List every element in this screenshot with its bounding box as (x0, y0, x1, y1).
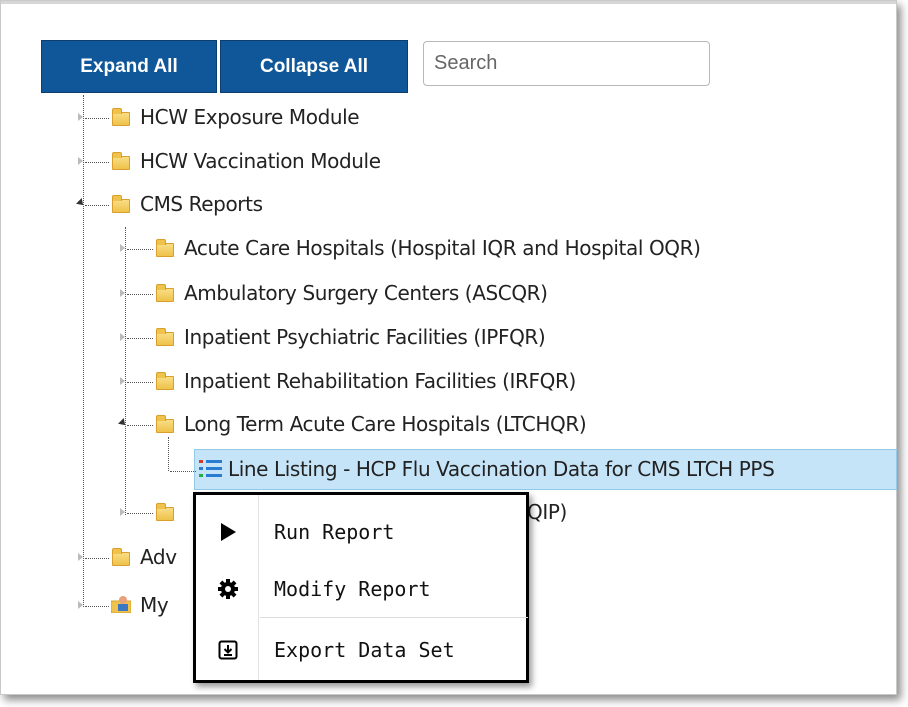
collapse-arrow-icon[interactable] (76, 198, 86, 208)
folder-icon (156, 415, 174, 433)
tree-node-label[interactable]: My (140, 593, 169, 617)
folder-icon (156, 239, 174, 257)
tree-connector (83, 95, 84, 607)
tree-node-label[interactable]: Inpatient Psychiatric Facilities (IPFQR) (184, 325, 546, 349)
collapse-arrow-icon[interactable] (118, 418, 128, 428)
line-listing-icon (199, 460, 222, 477)
folder-icon (156, 284, 174, 302)
line-listing-report-label[interactable]: Line Listing - HCP Flu Vaccination Data … (228, 457, 775, 481)
panel-top-border (1, 1, 896, 4)
expand-arrow-icon[interactable] (78, 553, 83, 561)
user-folder-icon (111, 596, 131, 613)
export-icon (218, 640, 238, 660)
expand-arrow-icon[interactable] (120, 508, 125, 516)
expand-arrow-icon[interactable] (120, 244, 125, 252)
folder-icon (112, 548, 130, 566)
tree-node-label[interactable]: HCW Vaccination Module (140, 149, 381, 173)
folder-icon (112, 195, 130, 213)
tree-node-label[interactable]: QIP) (527, 500, 567, 524)
gear-icon (218, 579, 238, 599)
report-tree-panel: Expand All Collapse All HCW Exposure Mod… (0, 0, 897, 695)
expand-arrow-icon[interactable] (120, 377, 125, 385)
tree-node-label[interactable]: HCW Exposure Module (140, 105, 360, 129)
search-input[interactable] (423, 41, 710, 86)
folder-icon (156, 328, 174, 346)
play-icon (221, 523, 236, 541)
tree-node-label[interactable]: Inpatient Rehabilitation Facilities (IRF… (184, 369, 576, 393)
tree-connector (168, 437, 169, 471)
collapse-all-button[interactable]: Collapse All (220, 40, 408, 93)
expand-arrow-icon[interactable] (78, 601, 83, 609)
expand-arrow-icon[interactable] (78, 157, 83, 165)
tree-node-label[interactable]: Long Term Acute Care Hospitals (LTCHQR) (184, 412, 587, 436)
menu-item-label: Export Data Set (274, 638, 455, 662)
folder-icon (156, 503, 174, 521)
expand-arrow-icon[interactable] (78, 113, 83, 121)
expand-all-button[interactable]: Expand All (41, 40, 217, 93)
tree-node-label[interactable]: Adv (140, 545, 177, 569)
menu-separator (260, 617, 528, 618)
expand-arrow-icon[interactable] (120, 333, 125, 341)
tree-node-label[interactable]: Ambulatory Surgery Centers (ASCQR) (184, 281, 548, 305)
folder-icon (112, 108, 130, 126)
menu-item-label: Modify Report (274, 577, 431, 601)
expand-arrow-icon[interactable] (120, 289, 125, 297)
context-menu: Run Report Modify Report Export Data Set (193, 492, 529, 683)
tree-node-label[interactable]: Acute Care Hospitals (Hospital IQR and H… (184, 236, 701, 260)
tree-connector (125, 227, 126, 515)
modify-report-menu-item[interactable]: Modify Report (196, 561, 526, 617)
tree-node-label[interactable]: CMS Reports (140, 192, 263, 216)
folder-icon (156, 372, 174, 390)
run-report-menu-item[interactable]: Run Report (196, 504, 526, 560)
menu-item-label: Run Report (274, 520, 395, 544)
export-data-set-menu-item[interactable]: Export Data Set (196, 622, 526, 678)
folder-icon (112, 152, 130, 170)
